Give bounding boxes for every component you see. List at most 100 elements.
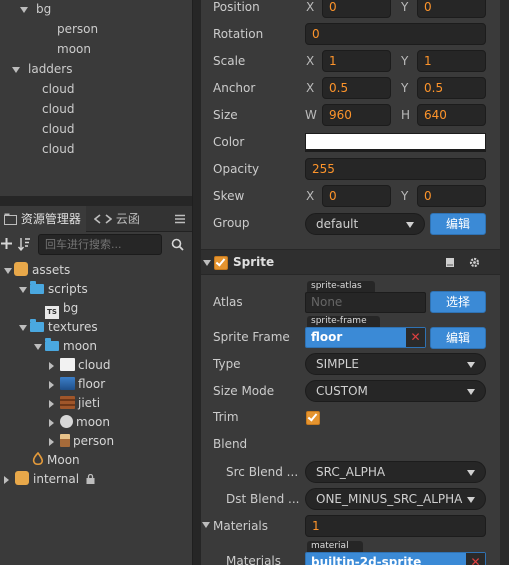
asset-row-textures[interactable]: textures [19,318,98,337]
sprite-frame-label: Sprite Frame [213,330,290,344]
blend-label: Blend [213,437,248,451]
tree-node-cloud[interactable]: cloud [42,119,75,139]
size-height-input[interactable]: 640 [417,104,486,126]
collapse-arrow-icon[interactable] [203,260,211,266]
expand-arrow-icon[interactable] [49,380,54,389]
clear-icon[interactable]: ✕ [406,328,425,347]
group-select-value: default [316,217,359,231]
tab-cloud-functions[interactable]: 云函 [90,206,152,232]
expand-arrow-icon[interactable] [49,399,54,408]
trim-checkbox[interactable] [306,411,320,425]
expand-arrow-icon[interactable] [4,267,12,274]
tree-node-bg[interactable]: bg [20,0,51,19]
asset-label: internal [33,472,80,486]
materials-expand-icon[interactable] [202,522,210,528]
anchor-y-axis: Y [401,81,409,95]
expand-arrow-icon[interactable] [49,437,54,446]
scale-x-input[interactable]: 1 [322,50,391,72]
panel-splitter[interactable] [0,196,192,206]
expand-arrow-icon[interactable] [12,66,20,73]
skew-x-axis: X [306,189,315,203]
group-select[interactable]: default [305,213,425,235]
assets-toolbar [0,232,192,258]
color-swatch[interactable] [305,133,486,152]
add-icon[interactable] [1,238,12,249]
asset-row-person[interactable]: person [49,432,114,451]
material-item-label: Materials [226,554,282,565]
asset-row-scripts[interactable]: scripts [19,280,88,299]
skew-y-input[interactable]: 0 [417,185,486,207]
chevron-down-icon [467,362,475,368]
asset-row-moon-folder[interactable]: moon [34,337,97,356]
opacity-input[interactable]: 255 [305,158,486,180]
expand-arrow-icon[interactable] [20,6,28,13]
tag-label: material [311,541,349,551]
asset-row-internal[interactable]: internal [4,470,95,489]
tree-node-ladders[interactable]: ladders [12,59,73,79]
opacity-label: Opacity [213,162,260,176]
tree-node-cloud[interactable]: cloud [42,79,75,99]
vertical-splitter[interactable] [192,0,201,565]
asset-row-jieti[interactable]: jieti [49,394,100,413]
src-blend-select[interactable]: SRC_ALPHA [305,461,486,483]
group-edit-button[interactable]: 编辑 [430,213,486,235]
dst-blend-label: Dst Blend ... [226,492,300,506]
materials-count-input[interactable]: 1 [305,515,486,537]
asset-row-moon-scene[interactable]: Moon [31,451,80,470]
type-select[interactable]: SIMPLE [305,353,486,375]
asset-row-bg-script[interactable]: TS bg [45,299,79,319]
material-field[interactable]: builtin-2d-sprite ✕ [305,552,486,565]
type-select-value: SIMPLE [316,357,360,371]
position-x-input[interactable]: 0 [322,0,391,18]
menu-icon[interactable] [175,214,185,224]
asset-row-floor[interactable]: floor [49,375,105,394]
size-w-axis: W [305,108,317,122]
rotation-label: Rotation [213,27,264,41]
asset-row-assets[interactable]: assets [4,261,70,280]
gear-icon[interactable] [469,257,480,268]
folder-icon [45,338,59,351]
atlas-select-button[interactable]: 选择 [430,291,486,313]
tree-node-cloud[interactable]: cloud [42,99,75,119]
skew-x-input[interactable]: 0 [322,185,391,207]
expand-arrow-icon[interactable] [19,324,27,331]
anchor-x-input[interactable]: 0.5 [322,77,391,99]
tab-assets[interactable]: 资源管理器 [0,206,86,232]
sprite-enabled-checkbox[interactable] [214,256,228,270]
chevron-down-icon [467,497,475,503]
clear-icon[interactable]: ✕ [466,553,485,565]
dst-blend-select[interactable]: ONE_MINUS_SRC_ALPHA [305,488,486,510]
scale-y-input[interactable]: 1 [417,50,486,72]
anchor-y-input[interactable]: 0.5 [417,77,486,99]
asset-label: scripts [48,282,88,296]
skew-y-axis: Y [401,189,409,203]
search-icon[interactable] [171,238,184,251]
size-width-input[interactable]: 960 [322,104,391,126]
tree-node-label: cloud [42,122,75,136]
asset-row-moon-image[interactable]: moon [49,413,110,432]
expand-arrow-icon[interactable] [34,343,42,350]
anchor-label: Anchor [213,81,256,95]
atlas-field[interactable]: None [305,292,426,313]
expand-arrow-icon[interactable] [49,418,54,427]
rotation-input[interactable]: 0 [305,23,486,45]
book-icon[interactable] [445,257,455,268]
sort-icon[interactable] [18,237,31,251]
tree-node-moon[interactable]: moon [57,39,91,59]
sprite-section-header[interactable]: Sprite [201,249,500,275]
link-icon [93,214,113,224]
tree-node-person[interactable]: person [57,19,98,39]
tree-node-cloud[interactable]: cloud [42,139,75,159]
expand-arrow-icon[interactable] [49,361,54,370]
size-mode-select[interactable]: CUSTOM [305,380,486,402]
sprite-frame-field[interactable]: floor ✕ [305,327,426,348]
position-y-input[interactable]: 0 [417,0,486,18]
asset-label: bg [63,301,79,315]
asset-row-cloud[interactable]: cloud [49,356,111,375]
assets-search-input[interactable] [38,234,162,255]
sprite-frame-edit-button[interactable]: 编辑 [430,327,486,349]
materials-label: Materials [213,519,269,533]
material-tag: material [307,541,363,560]
expand-arrow-icon[interactable] [19,286,27,293]
expand-arrow-icon[interactable] [4,475,9,484]
